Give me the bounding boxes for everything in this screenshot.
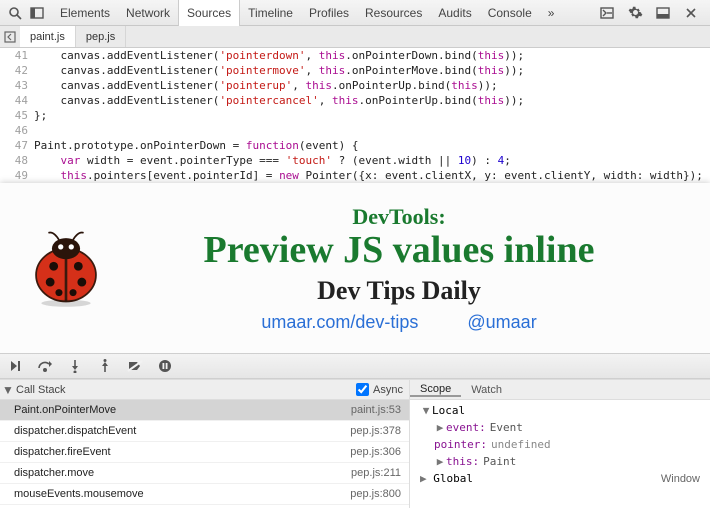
chevron-right-icon: ▶ — [420, 472, 427, 485]
tab-timeline[interactable]: Timeline — [240, 0, 301, 26]
scope-variable[interactable]: ▶event: Event — [410, 419, 710, 436]
line-number: 45 — [0, 108, 34, 123]
step-into-icon[interactable] — [66, 357, 84, 375]
banner-title-small: DevTools: — [128, 204, 670, 230]
scope-key: event: — [446, 421, 486, 434]
code-line[interactable]: }; — [34, 108, 47, 123]
banner-title-large: Preview JS values inline — [128, 228, 670, 272]
code-line[interactable]: var width = event.pointerType === 'touch… — [34, 153, 511, 168]
search-icon[interactable] — [4, 2, 26, 24]
frame-location: pep.js:800 — [350, 484, 401, 504]
tab-resources[interactable]: Resources — [357, 0, 430, 26]
code-editor[interactable]: 41 canvas.addEventListener('pointerdown'… — [0, 48, 710, 183]
call-stack-frame[interactable]: dispatcher.fireEventpep.js:306 — [0, 442, 409, 463]
line-number: 47 — [0, 138, 34, 153]
devtools-main-toolbar: Elements Network Sources Timeline Profil… — [0, 0, 710, 26]
tabs-overflow[interactable]: » — [540, 0, 563, 26]
line-number: 41 — [0, 48, 34, 63]
code-line[interactable]: Paint.prototype.onPointerDown = function… — [34, 138, 359, 153]
code-line[interactable]: canvas.addEventListener('pointerup', thi… — [34, 78, 498, 93]
scope-key: this: — [446, 455, 479, 468]
frame-function: dispatcher.move — [14, 463, 351, 483]
ladybug-icon — [22, 224, 110, 312]
banner-link[interactable]: umaar.com/dev-tips — [261, 312, 418, 332]
chevron-right-icon: ▶ — [434, 421, 446, 434]
code-line[interactable]: canvas.addEventListener('pointercancel',… — [34, 93, 524, 108]
line-number: 44 — [0, 93, 34, 108]
file-navigator-icon[interactable] — [0, 26, 20, 47]
file-tab-pep[interactable]: pep.js — [76, 26, 126, 47]
frame-location: pep.js:378 — [350, 421, 401, 441]
pause-on-exceptions-icon[interactable] — [156, 357, 174, 375]
tab-network[interactable]: Network — [118, 0, 178, 26]
scope-value: Event — [490, 421, 523, 434]
panel-tabs: Elements Network Sources Timeline Profil… — [52, 0, 596, 26]
async-checkbox[interactable] — [356, 383, 369, 396]
scope-key: pointer: — [434, 438, 487, 451]
frame-location: paint.js:53 — [351, 400, 401, 420]
watch-tab[interactable]: Watch — [461, 384, 512, 396]
tab-console[interactable]: Console — [480, 0, 540, 26]
file-tab-paint[interactable]: paint.js — [20, 26, 76, 47]
frame-location: pep.js:306 — [350, 442, 401, 462]
promo-banner: DevTools: Preview JS values inline Dev T… — [0, 183, 710, 353]
frame-location: pep.js:211 — [351, 463, 401, 483]
tab-audits[interactable]: Audits — [430, 0, 479, 26]
scope-local-header[interactable]: ▼ Local — [410, 402, 710, 419]
code-line[interactable]: this.pointers[event.pointerId] = new Poi… — [34, 168, 703, 183]
call-stack-pane: ▼ Call Stack Async Paint.onPointerMovepa… — [0, 380, 410, 508]
line-number: 43 — [0, 78, 34, 93]
line-number: 46 — [0, 123, 34, 138]
chevron-right-icon: ▶ — [434, 455, 446, 468]
banner-handle[interactable]: @umaar — [467, 312, 536, 332]
tab-elements[interactable]: Elements — [52, 0, 118, 26]
deactivate-breakpoints-icon[interactable] — [126, 357, 144, 375]
code-line[interactable]: canvas.addEventListener('pointerdown', t… — [34, 48, 524, 63]
debugger-toolbar — [0, 353, 710, 379]
scope-pane: Scope Watch ▼ Local ▶event:Event pointer… — [410, 380, 710, 508]
dock-icon[interactable] — [26, 2, 48, 24]
chevron-down-icon: ▼ — [420, 404, 432, 417]
resume-icon[interactable] — [6, 357, 24, 375]
show-drawer-icon[interactable] — [596, 2, 618, 24]
frame-function: mouseEvents.mousemove — [14, 484, 350, 504]
call-stack-frame[interactable]: dispatcher.dispatchEventpep.js:378 — [0, 421, 409, 442]
async-label: Async — [373, 384, 403, 396]
scope-variable[interactable]: ▶this: Paint — [410, 453, 710, 470]
scope-global-value: Window — [661, 473, 700, 485]
close-icon[interactable] — [680, 2, 702, 24]
call-stack-frame[interactable]: Paint.onPointerMovepaint.js:53 — [0, 400, 409, 421]
scope-value: Paint — [483, 455, 516, 468]
scope-variable[interactable]: pointer: undefined — [410, 436, 710, 453]
scope-value: undefined — [491, 438, 551, 451]
code-line[interactable]: canvas.addEventListener('pointermove', t… — [34, 63, 524, 78]
call-stack-frame[interactable]: mouseEvents.mousemovepep.js:800 — [0, 484, 409, 505]
tab-profiles[interactable]: Profiles — [301, 0, 357, 26]
scope-tab[interactable]: Scope — [410, 383, 461, 397]
scope-local-label: Local — [432, 404, 465, 417]
drawer-toggle-icon[interactable] — [652, 2, 674, 24]
disclosure-triangle-icon[interactable]: ▼ — [0, 383, 16, 397]
frame-function: dispatcher.dispatchEvent — [14, 421, 350, 441]
frame-function: Paint.onPointerMove — [14, 400, 351, 420]
step-over-icon[interactable] — [36, 357, 54, 375]
scope-global-header[interactable]: ▶ Global Window — [410, 470, 710, 487]
banner-subtitle: Dev Tips Daily — [128, 276, 670, 306]
call-stack-title: Call Stack — [16, 384, 66, 396]
scope-global-label: Global — [433, 472, 473, 485]
settings-icon[interactable] — [624, 2, 646, 24]
frame-function: dispatcher.fireEvent — [14, 442, 350, 462]
step-out-icon[interactable] — [96, 357, 114, 375]
line-number: 48 — [0, 153, 34, 168]
file-tab-bar: paint.js pep.js — [0, 26, 710, 48]
tab-sources[interactable]: Sources — [178, 0, 240, 26]
line-number: 49 — [0, 168, 34, 183]
call-stack-frame[interactable]: dispatcher.movepep.js:211 — [0, 463, 409, 484]
line-number: 42 — [0, 63, 34, 78]
